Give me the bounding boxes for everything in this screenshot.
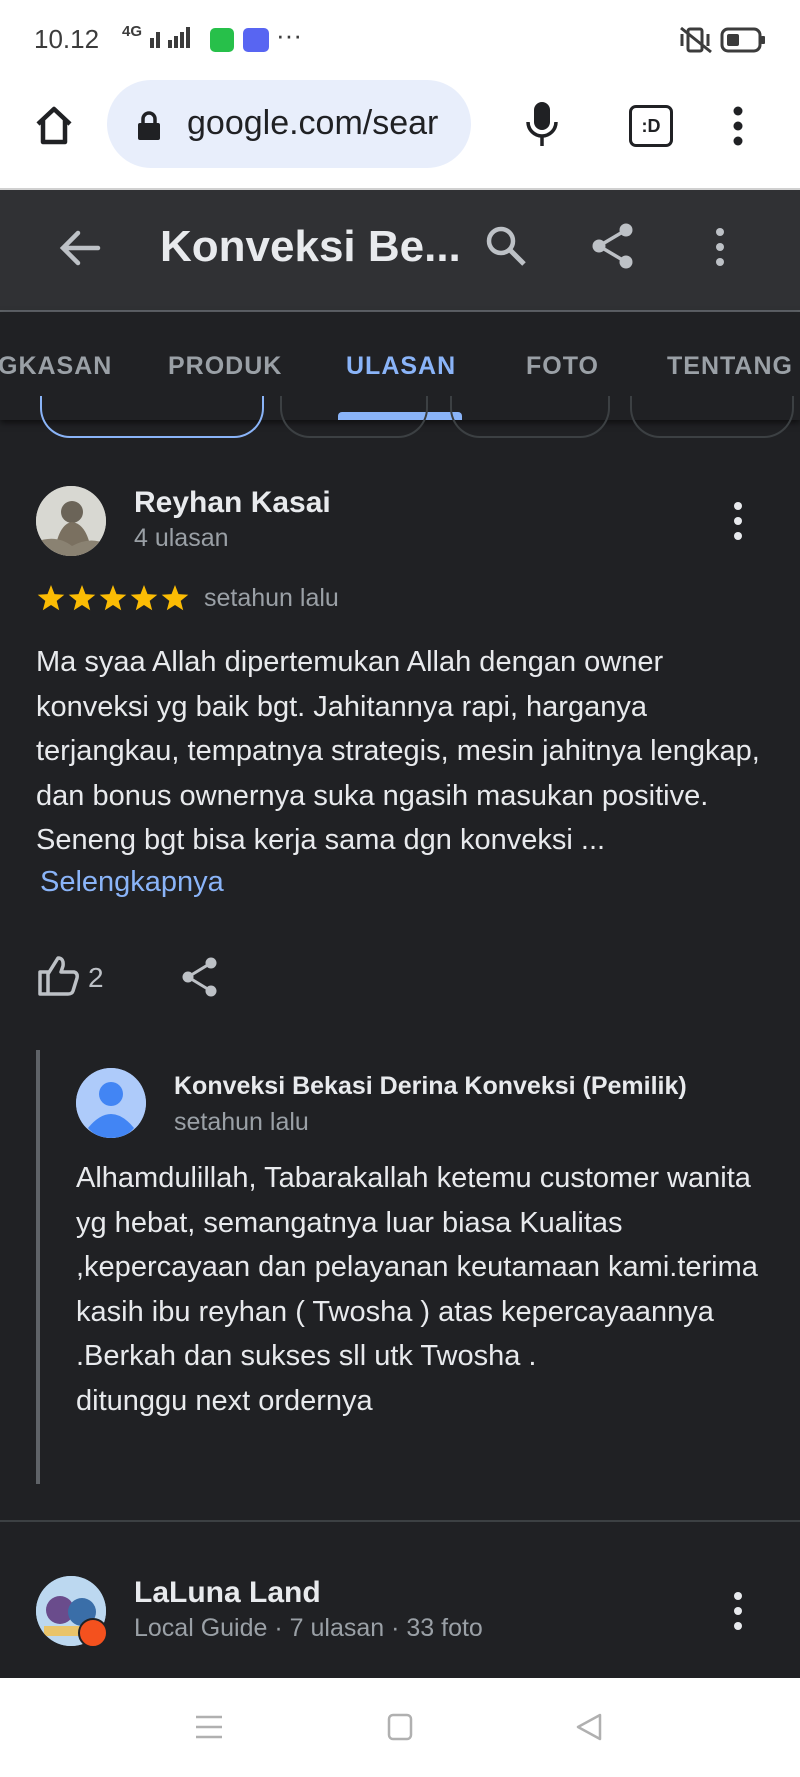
tab-foto[interactable]: FOTO (526, 352, 599, 381)
share-icon[interactable] (590, 222, 636, 270)
recent-apps-icon[interactable] (194, 1714, 224, 1740)
share-icon[interactable] (180, 956, 220, 998)
tab-tentang[interactable]: TENTANG (667, 352, 793, 381)
review-text: Ma syaa Allah dipertemukan Allah dengan … (36, 646, 760, 856)
signal-icon (150, 27, 190, 48)
whatsapp-icon (210, 28, 234, 52)
menu-icon[interactable] (726, 104, 750, 148)
star-rating (37, 585, 189, 611)
more-dots-icon: ··· (276, 20, 302, 50)
reply-divider (36, 1050, 40, 1484)
home-icon[interactable] (32, 104, 76, 148)
reviewer-count: 4 ulasan (134, 524, 229, 552)
star-icon (68, 585, 96, 611)
more-vert-icon[interactable] (724, 1590, 752, 1632)
battery-icon (720, 27, 765, 53)
owner-name: Konveksi Bekasi Derina Konveksi (Pemilik… (174, 1072, 687, 1100)
filter-chip[interactable] (630, 396, 794, 438)
tab-ringkasan[interactable]: GKASAN (0, 352, 112, 381)
star-icon (37, 585, 65, 611)
filter-chip[interactable] (450, 396, 610, 438)
filter-chip[interactable] (280, 396, 428, 438)
tab-ulasan[interactable]: ULASAN (346, 352, 456, 381)
more-vert-icon[interactable] (708, 226, 732, 268)
like-count: 2 (88, 962, 104, 993)
filter-chip[interactable] (40, 396, 264, 438)
read-more-link[interactable]: Selengkapnya (40, 866, 224, 899)
tab-switcher-button[interactable]: :D (629, 105, 673, 147)
owner-reply-text: Alhamdulillah, Tabarakallah ketemu custo… (76, 1162, 758, 1417)
reviewer-name[interactable]: Reyhan Kasai (134, 486, 331, 520)
back-arrow-icon[interactable] (58, 228, 102, 268)
star-icon (161, 585, 189, 611)
thumbs-up-icon[interactable] (36, 954, 80, 998)
mic-icon[interactable] (524, 100, 560, 150)
avatar[interactable] (36, 486, 106, 556)
lock-icon (138, 111, 160, 140)
vibrate-icon (680, 26, 712, 54)
star-icon (130, 585, 158, 611)
search-icon[interactable] (484, 224, 528, 268)
owner-reply-time: setahun lalu (174, 1108, 309, 1136)
discord-icon (243, 28, 269, 52)
home-nav-icon[interactable] (386, 1712, 414, 1742)
page-title: Konveksi Be... (160, 222, 461, 271)
more-vert-icon[interactable] (724, 500, 752, 542)
back-nav-icon[interactable] (574, 1712, 604, 1742)
status-time: 10.12 (34, 24, 100, 54)
star-icon (99, 585, 127, 611)
reviewer-name[interactable]: LaLuna Land (134, 1576, 321, 1610)
tab-produk[interactable]: PRODUK (168, 352, 282, 381)
review-divider (0, 1520, 800, 1522)
owner-avatar (76, 1068, 146, 1138)
network-type: 4G (122, 23, 143, 40)
review-time: setahun lalu (204, 584, 339, 612)
local-guide-badge (78, 1618, 108, 1648)
reviewer-meta: Local Guide · 7 ulasan · 33 foto (134, 1614, 483, 1642)
url-text[interactable]: google.com/sear (187, 104, 455, 143)
